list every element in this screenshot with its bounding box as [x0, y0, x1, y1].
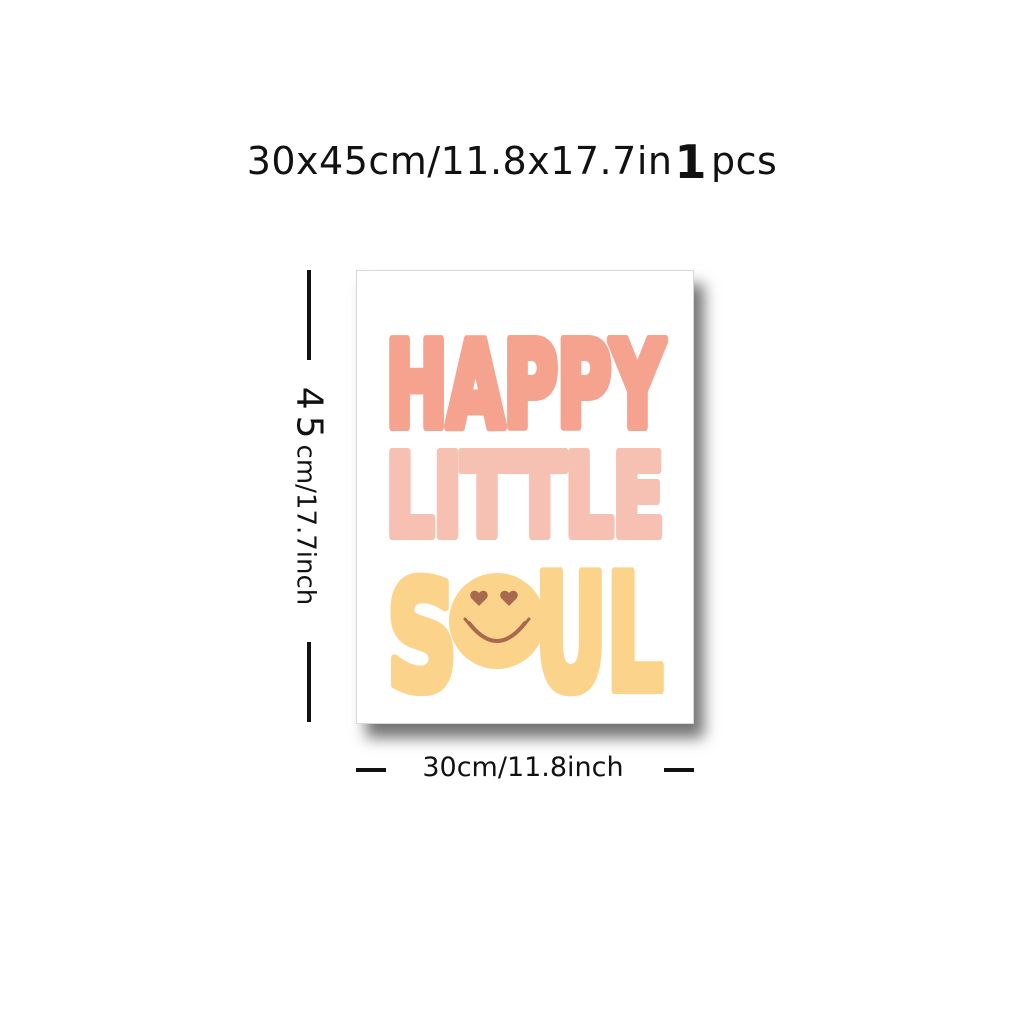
height-dimension-unit: cm/17.7inch	[290, 444, 321, 606]
poster-letters-ul: UL	[535, 540, 663, 723]
width-dimension-line-right	[664, 768, 694, 772]
height-dimension-line-bottom	[307, 642, 311, 722]
quantity-number: 1	[674, 135, 707, 189]
width-dimension-label: 30cm/11.8inch	[422, 752, 624, 783]
poster-artwork: HAPPY LITTLE S UL	[382, 312, 669, 723]
smiley-face-icon	[449, 573, 545, 669]
size-text: 30x45cm/11.8x17.7in	[246, 139, 673, 183]
size-quantity-heading: 30x45cm/11.8x17.7in1 pcs	[0, 135, 1024, 189]
quantity-unit: pcs	[710, 139, 778, 183]
width-dimension-line-left	[356, 768, 386, 772]
poster-print: HAPPY LITTLE S UL	[356, 270, 694, 724]
height-dimension-label: 45cm/17.7inch	[289, 387, 330, 606]
product-image: 30x45cm/11.8x17.7in1 pcs 45cm/17.7inch HA…	[0, 0, 1024, 1024]
height-dimension-number: 45	[288, 386, 330, 445]
poster-letter-s: S	[387, 551, 457, 723]
height-dimension-line-top	[307, 270, 311, 360]
